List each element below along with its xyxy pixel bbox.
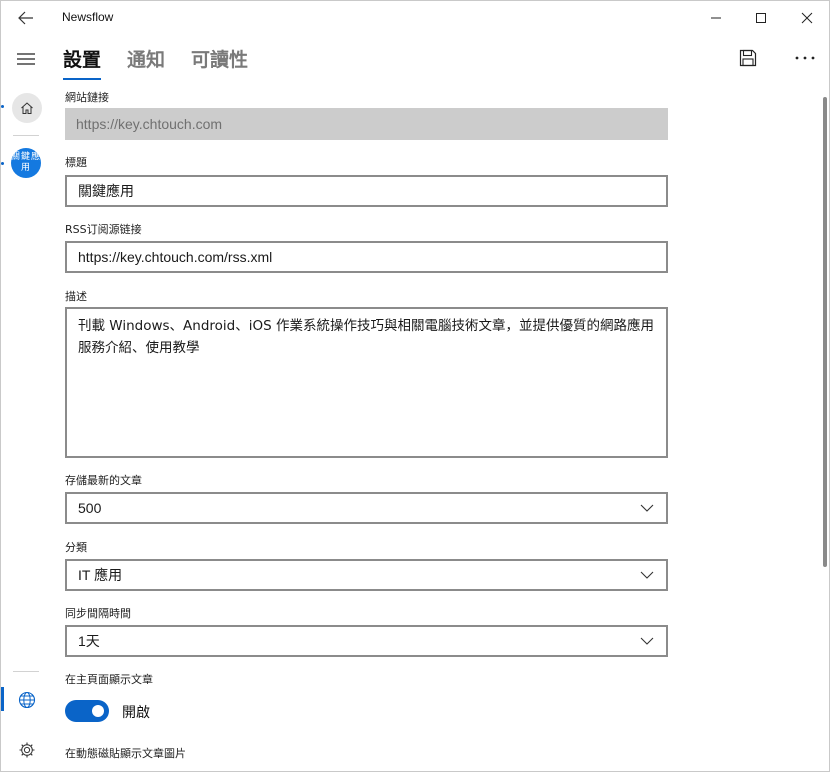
selection-indicator — [1, 105, 4, 108]
category-label: 分類 — [65, 541, 87, 554]
more-options-button[interactable] — [787, 41, 823, 75]
description-textarea[interactable]: 刊載 Windows、Android、iOS 作業系統操作技巧與相關電腦技術文章… — [65, 307, 668, 458]
feed-avatar[interactable]: 關鍵應用 — [11, 148, 41, 178]
sync-interval-label: 同步間隔時間 — [65, 607, 131, 620]
selection-indicator — [1, 687, 4, 711]
settings-button[interactable] — [11, 735, 43, 765]
save-button[interactable] — [731, 41, 765, 75]
more-icon — [795, 56, 815, 60]
description-label: 描述 — [65, 290, 87, 303]
store-latest-label: 存儲最新的文章 — [65, 474, 142, 487]
gear-icon — [19, 742, 35, 758]
sync-interval-value: 1天 — [78, 633, 100, 649]
toggle-knob — [92, 705, 104, 717]
app-title: Newsflow — [62, 10, 114, 24]
rail-divider — [13, 671, 39, 672]
selection-indicator — [1, 162, 4, 165]
tab-bar: 設置 通知 可讀性 — [63, 45, 274, 80]
tab-notifications[interactable]: 通知 — [127, 45, 165, 80]
tab-settings[interactable]: 設置 — [63, 45, 102, 80]
title-label: 標題 — [65, 156, 87, 169]
title-input[interactable]: 關鍵應用 — [65, 175, 668, 207]
store-latest-value: 500 — [78, 500, 102, 516]
menu-button[interactable] — [7, 43, 45, 75]
save-icon — [739, 49, 757, 67]
minimize-button[interactable] — [693, 1, 739, 35]
maximize-icon — [756, 13, 766, 23]
chevron-down-icon — [640, 571, 654, 579]
chevron-down-icon — [640, 504, 654, 512]
back-button[interactable] — [7, 3, 45, 33]
show-on-home-toggle[interactable] — [65, 700, 109, 722]
navigation-rail: 關鍵應用 — [1, 35, 49, 771]
site-link-field: https://key.chtouch.com — [65, 108, 668, 140]
maximize-button[interactable] — [738, 1, 784, 35]
site-link-label: 網站鏈接 — [65, 91, 109, 104]
store-latest-select[interactable]: 500 — [65, 492, 668, 524]
scrollbar[interactable] — [823, 97, 827, 567]
category-select[interactable]: IT 應用 — [65, 559, 668, 591]
arrow-left-icon — [18, 11, 33, 25]
chevron-down-icon — [640, 637, 654, 645]
close-icon — [801, 12, 813, 24]
show-on-home-label: 在主頁面顯示文章 — [65, 673, 153, 686]
close-button[interactable] — [784, 1, 830, 35]
globe-icon — [18, 691, 36, 709]
title-bar: Newsflow — [1, 1, 829, 35]
category-value: IT 應用 — [78, 567, 123, 583]
live-tile-label: 在動態磁貼顯示文章圖片 — [65, 747, 186, 760]
hamburger-icon — [17, 53, 35, 65]
show-on-home-state: 開啟 — [122, 705, 150, 721]
home-button[interactable] — [12, 93, 42, 123]
home-icon — [21, 102, 33, 114]
rss-label: RSS订阅源链接 — [65, 223, 142, 236]
minimize-icon — [711, 17, 721, 19]
rail-divider — [13, 135, 39, 136]
tab-readability[interactable]: 可讀性 — [191, 45, 248, 80]
rss-input[interactable]: https://key.chtouch.com/rss.xml — [65, 241, 668, 273]
globe-button[interactable] — [11, 685, 43, 715]
sync-interval-select[interactable]: 1天 — [65, 625, 668, 657]
